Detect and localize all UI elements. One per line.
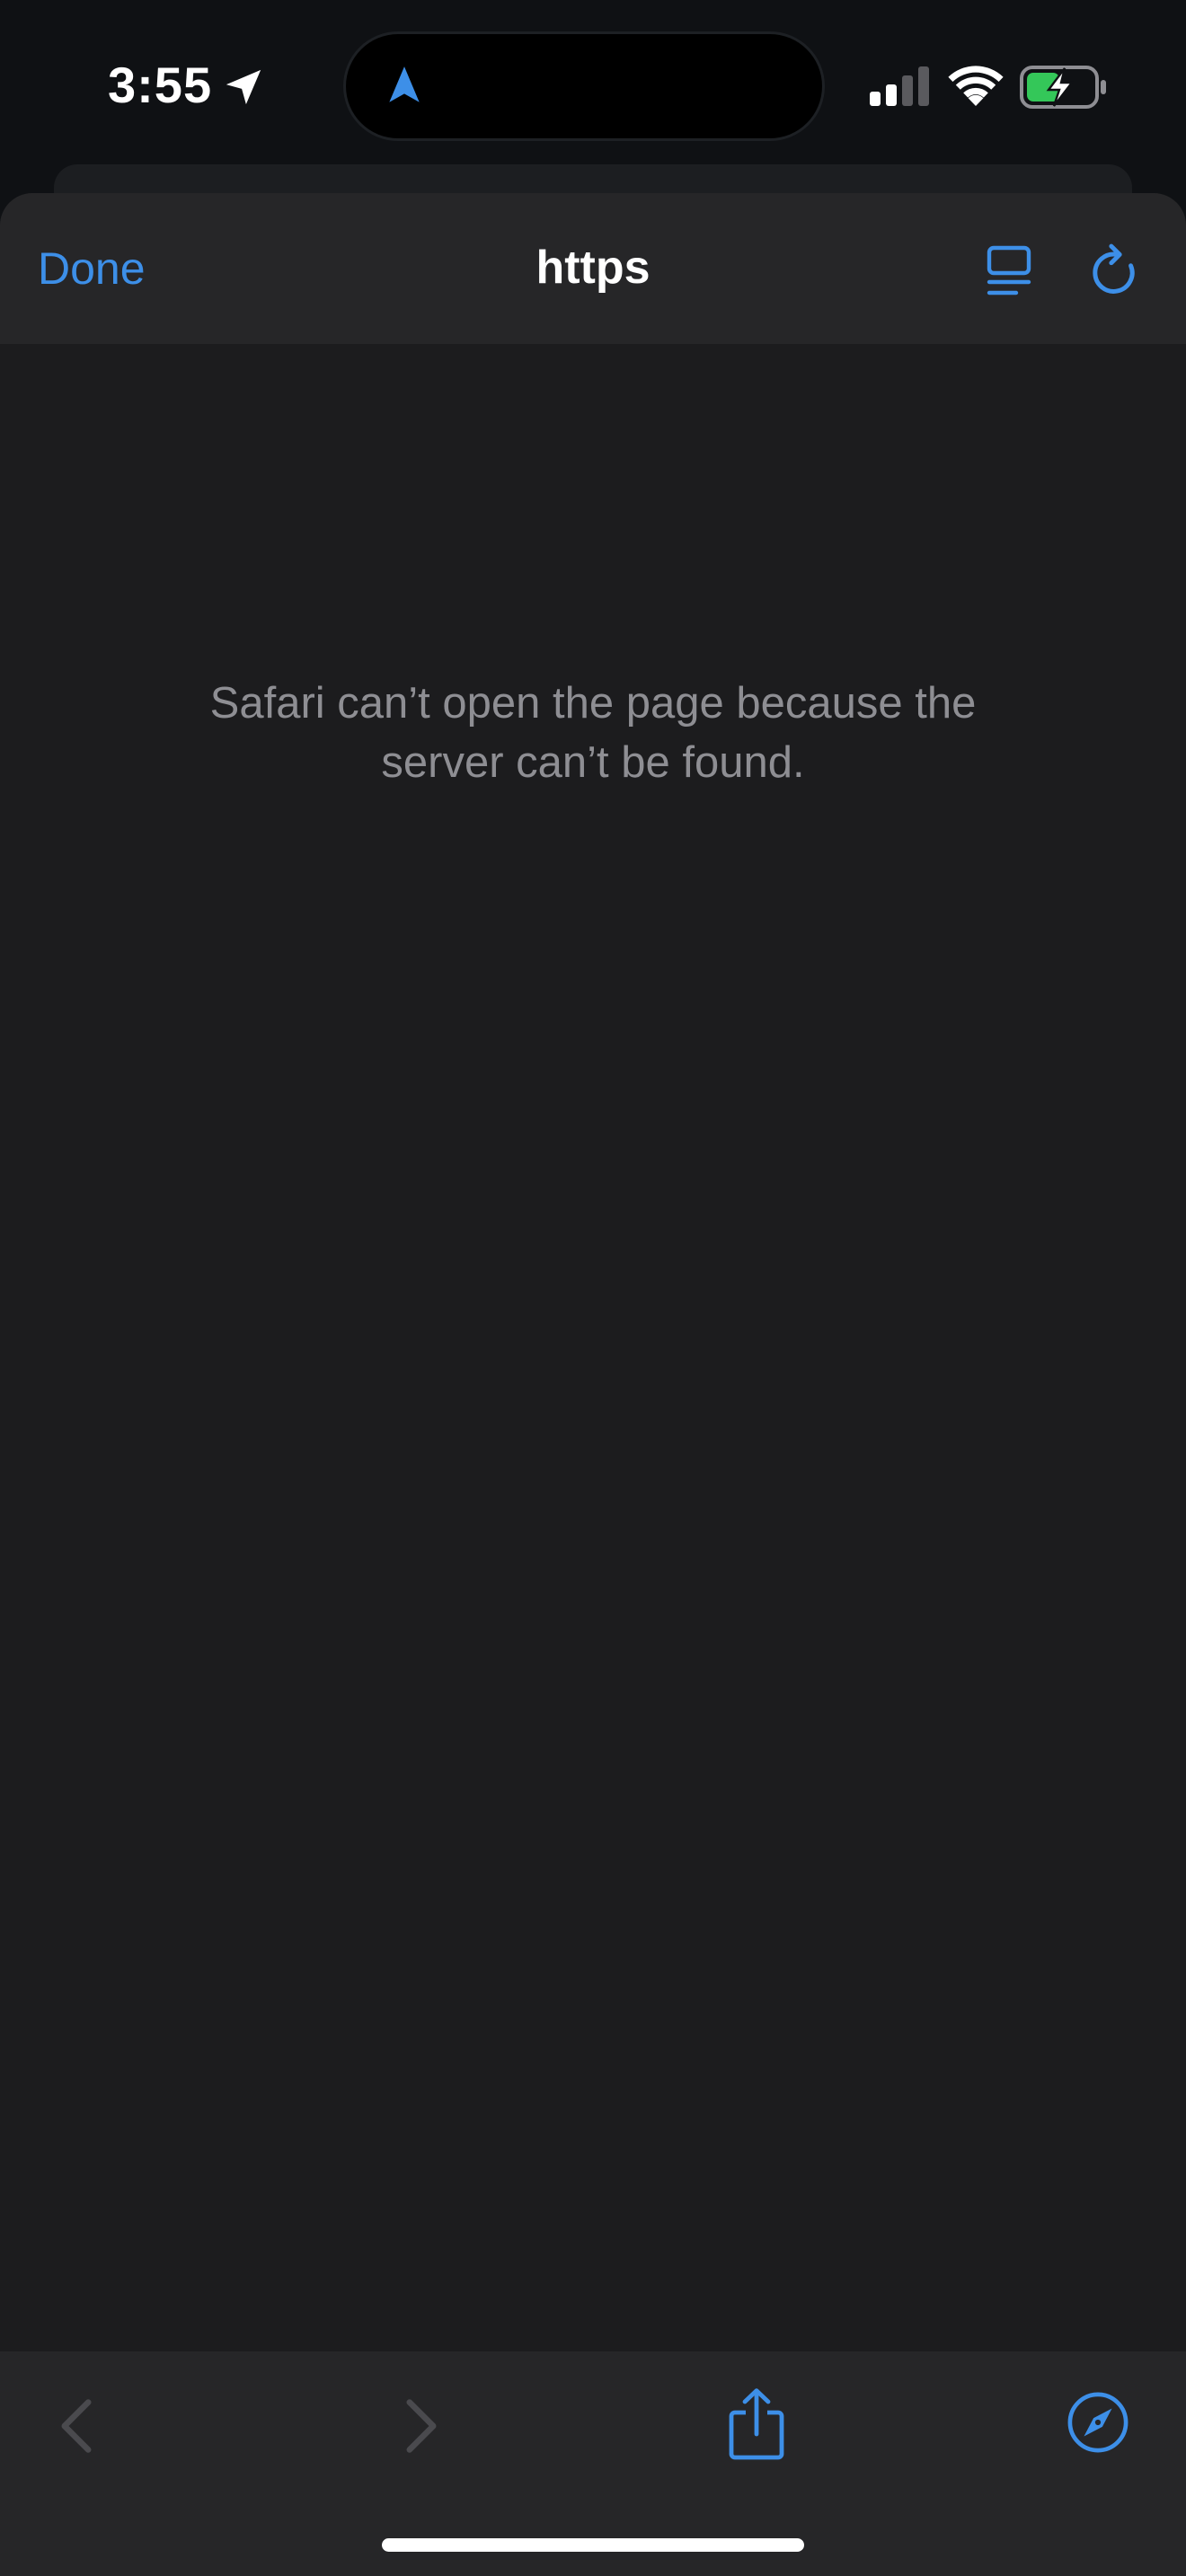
safari-view-sheet: Done https Safari can’t open the page be… <box>0 193 1186 2576</box>
location-arrow-icon <box>226 69 261 105</box>
reader-view-icon[interactable] <box>986 244 1032 298</box>
screen: 3:55 Done https Safari can’t open the pa… <box>0 0 1186 2576</box>
status-time: 3:55 <box>108 57 213 113</box>
wifi-icon <box>948 66 1004 106</box>
status-bar: 3:55 <box>0 0 1186 171</box>
reload-icon[interactable] <box>1089 243 1141 299</box>
cellular-signal-icon <box>870 66 929 106</box>
back-chevron-icon[interactable] <box>56 2396 97 2456</box>
battery-charging-icon <box>1020 66 1106 109</box>
error-message: Safari can’t open the page because the s… <box>209 679 977 787</box>
navigation-icon <box>389 66 420 102</box>
compass-icon[interactable] <box>1067 2391 1129 2454</box>
home-indicator[interactable] <box>382 2538 804 2552</box>
forward-chevron-icon[interactable] <box>401 2396 442 2456</box>
dynamic-island[interactable] <box>346 34 822 138</box>
nav-bar: Done https <box>0 193 1186 344</box>
share-icon[interactable] <box>728 2387 785 2461</box>
